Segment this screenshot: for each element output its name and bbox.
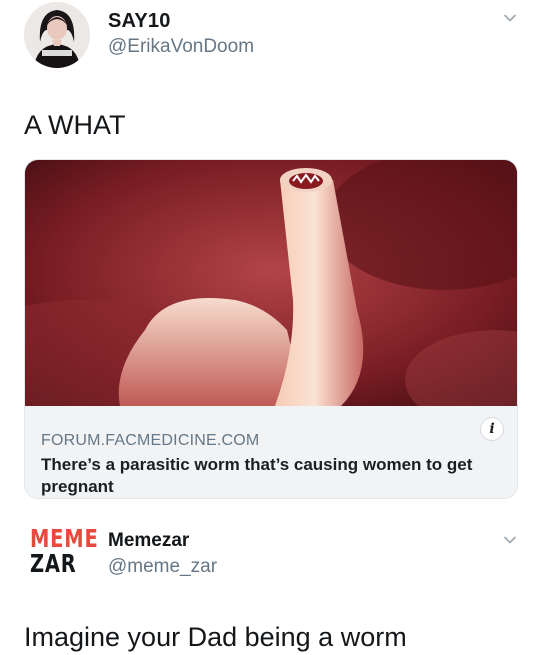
display-name[interactable]: SAY10 [108,10,171,33]
link-preview-card[interactable]: FORUM.FACMEDICINE.COM There’s a parasiti… [24,159,518,499]
chevron-down-icon[interactable] [502,10,518,26]
logo-line-2: ZAR [30,549,77,578]
card-image [25,160,517,406]
avatar[interactable]: MEME ZAR [30,524,99,580]
reply-header: MEME ZAR Memezar @meme_zar [0,512,540,582]
card-domain: FORUM.FACMEDICINE.COM [41,432,260,449]
display-name[interactable]: Memezar [108,530,189,552]
info-icon[interactable]: i [481,418,503,440]
logo-line-1: MEME [30,524,99,553]
avatar-image [24,2,90,68]
card-meta: FORUM.FACMEDICINE.COM There’s a parasiti… [25,406,517,498]
reply-text: Imagine your Dad being a worm [24,622,407,652]
chevron-down-icon[interactable] [502,532,518,548]
card-title[interactable]: There’s a parasitic worm that’s causing … [41,454,501,498]
user-handle[interactable]: @meme_zar [108,556,217,578]
user-handle[interactable]: @ErikaVonDoom [108,36,254,58]
tweet-text: A WHAT [24,110,126,140]
avatar[interactable] [24,2,90,68]
tweet-header: SAY10 @ErikaVonDoom [0,0,540,78]
